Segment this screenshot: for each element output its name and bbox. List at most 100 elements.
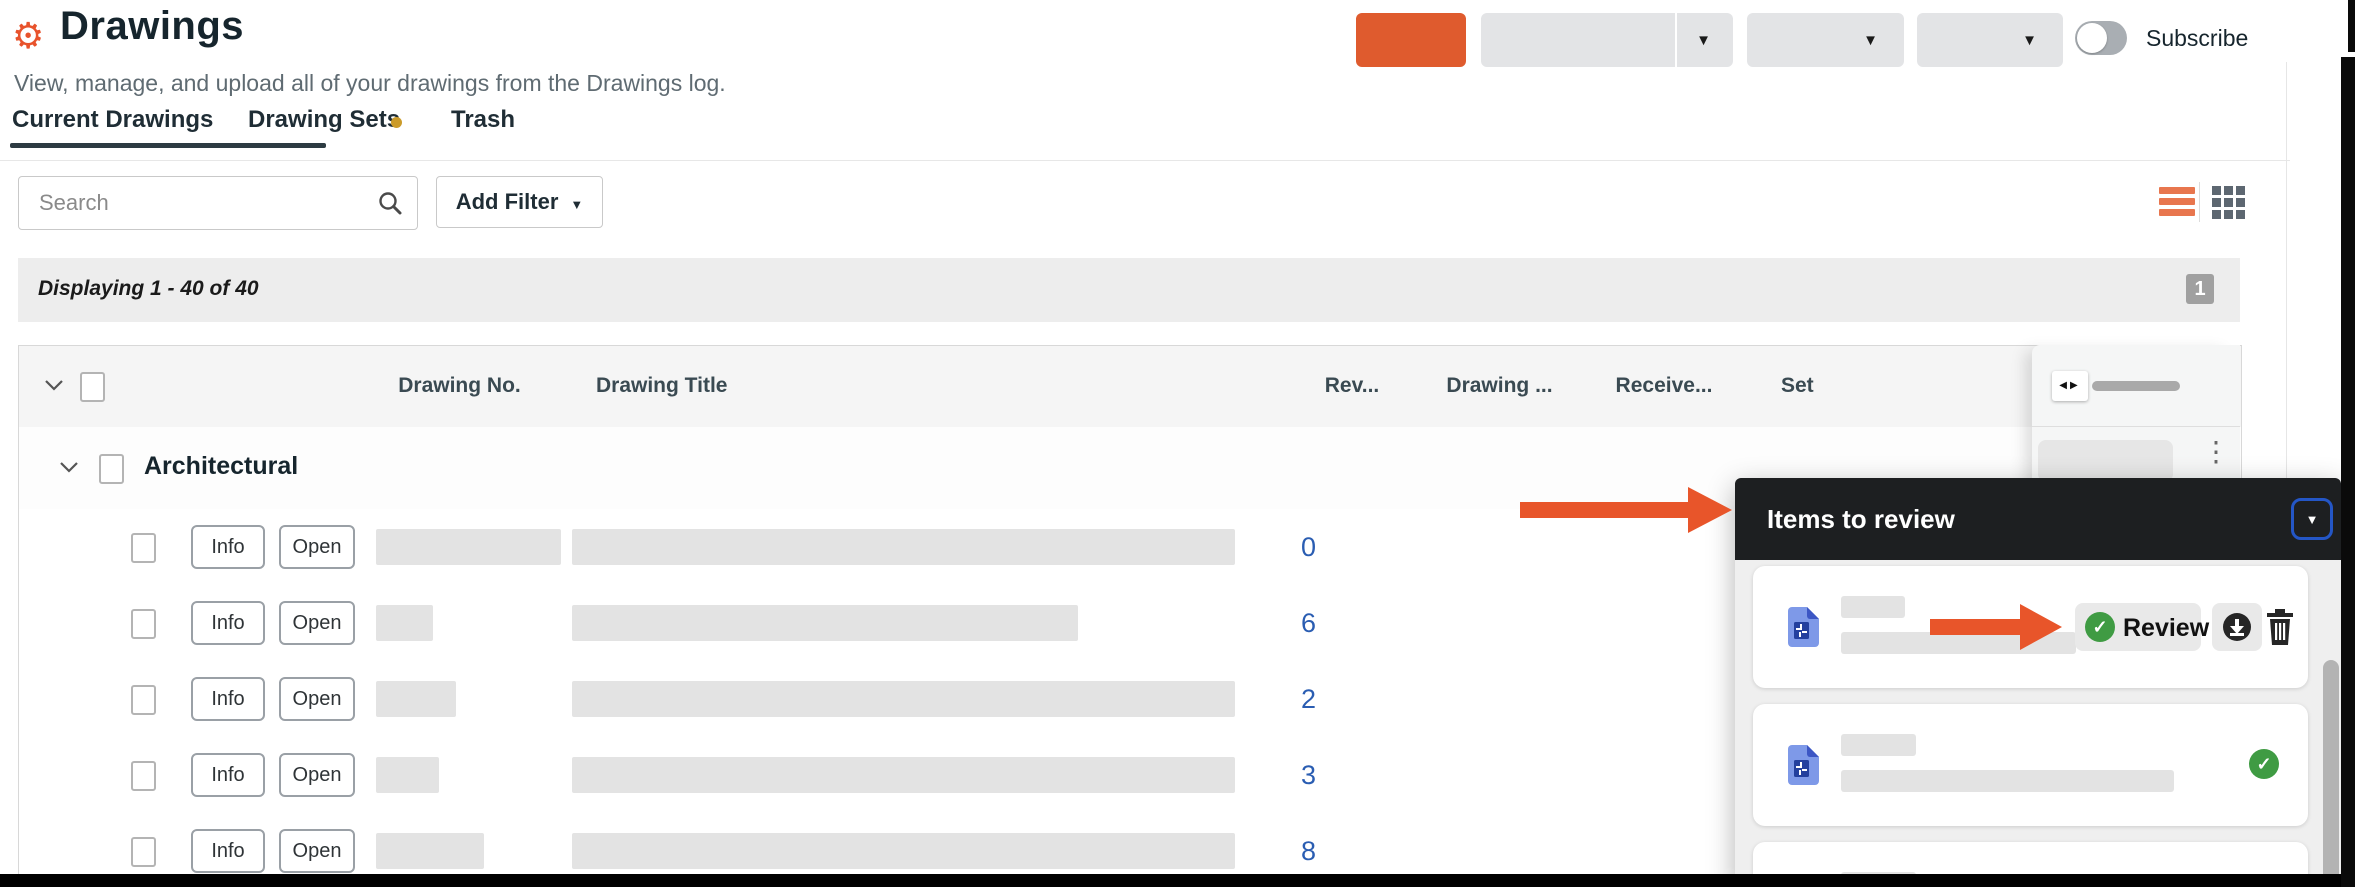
- revision-link[interactable]: 6: [1301, 608, 1316, 639]
- panel-collapse-button[interactable]: ▼: [2291, 498, 2333, 540]
- column-resize-track: [2092, 381, 2180, 391]
- items-to-review-panel: Items to review ▼: [1735, 478, 2341, 887]
- open-button[interactable]: Open: [279, 753, 355, 797]
- header-dropdown-3[interactable]: ▼: [1917, 13, 2063, 67]
- revision-link[interactable]: 0: [1301, 532, 1316, 563]
- drawing-title-placeholder: [572, 605, 1078, 641]
- column-header-drawing-date[interactable]: Drawing ...: [1418, 374, 1581, 398]
- drawing-no-placeholder: [376, 681, 456, 717]
- trash-icon[interactable]: [2265, 609, 2295, 645]
- info-button[interactable]: Info: [191, 829, 265, 873]
- drawings-page: ⚙ Drawings View, manage, and upload all …: [0, 0, 2355, 887]
- kebab-menu-icon[interactable]: ⋮: [2202, 437, 2230, 468]
- revision-link[interactable]: 2: [1301, 684, 1316, 715]
- row-checkbox[interactable]: [131, 609, 156, 639]
- drawing-file-icon: [1787, 607, 1819, 652]
- header-dropdown-2[interactable]: ▼: [1747, 13, 1904, 67]
- table-header-row: Drawing No. Drawing Title Rev... Drawing…: [19, 346, 2241, 428]
- download-button[interactable]: [2212, 603, 2262, 651]
- tab-notification-dot: [391, 117, 402, 128]
- column-header-drawing-no[interactable]: Drawing No.: [361, 374, 558, 398]
- chevron-down-icon: ▼: [2022, 32, 2037, 49]
- window-edge-top: [2348, 0, 2355, 52]
- view-toggle-divider: [2199, 182, 2200, 222]
- select-all-checkbox[interactable]: [80, 372, 105, 402]
- drawing-title-placeholder: [572, 529, 1235, 565]
- results-bar: Displaying 1 - 40 of 40 1: [18, 258, 2240, 322]
- grid-view-icon[interactable]: [2212, 186, 2245, 219]
- info-button[interactable]: Info: [191, 601, 265, 645]
- results-count: Displaying 1 - 40 of 40: [38, 277, 259, 301]
- row-checkbox[interactable]: [131, 761, 156, 791]
- review-card: ✓ Review: [1753, 566, 2308, 688]
- chevron-down-icon: ▼: [2306, 512, 2319, 527]
- check-circle-icon: ✓: [2085, 612, 2115, 642]
- open-button[interactable]: Open: [279, 525, 355, 569]
- item-detail-placeholder: [1841, 632, 2076, 654]
- page-subtitle: View, manage, and upload all of your dra…: [14, 70, 726, 97]
- active-tab-underline: [10, 143, 326, 148]
- chevron-down-icon[interactable]: [44, 378, 64, 396]
- review-card: ✓: [1753, 704, 2308, 826]
- header-dropdown-1[interactable]: ▼: [1481, 13, 1733, 67]
- open-button[interactable]: Open: [279, 601, 355, 645]
- tabs-divider: [0, 160, 2290, 161]
- chevron-down-icon[interactable]: [59, 460, 79, 478]
- panel-header: Items to review ▼: [1735, 478, 2341, 560]
- info-button[interactable]: Info: [191, 525, 265, 569]
- chevron-down-icon: ▼: [1696, 32, 1711, 49]
- frozen-column-header: ◀▶: [2032, 345, 2240, 427]
- drawing-no-placeholder: [376, 529, 561, 565]
- search-box: [18, 176, 418, 230]
- drawing-no-placeholder: [376, 833, 484, 869]
- group-label: Architectural: [144, 452, 298, 481]
- drawing-title-placeholder: [572, 833, 1235, 869]
- info-button[interactable]: Info: [191, 753, 265, 797]
- row-checkbox[interactable]: [131, 533, 156, 563]
- add-filter-button[interactable]: Add Filter ▼: [436, 176, 603, 228]
- page-title: Drawings: [60, 4, 244, 49]
- panel-scrollbar[interactable]: [2323, 660, 2339, 887]
- drawing-title-placeholder: [572, 757, 1235, 793]
- drawing-title-placeholder: [572, 681, 1235, 717]
- tab-current-drawings[interactable]: Current Drawings: [12, 106, 213, 134]
- check-circle-icon: ✓: [2249, 749, 2279, 779]
- open-button[interactable]: Open: [279, 677, 355, 721]
- page-number-badge[interactable]: 1: [2186, 274, 2214, 304]
- panel-title: Items to review: [1767, 504, 1955, 535]
- subscribe-toggle[interactable]: [2075, 21, 2127, 55]
- drawing-no-placeholder: [376, 605, 433, 641]
- window-edge-bottom: [0, 874, 2355, 887]
- search-icon[interactable]: [377, 190, 403, 221]
- drawing-file-icon: [1787, 745, 1819, 790]
- list-view-icon[interactable]: [2159, 187, 2195, 217]
- revision-link[interactable]: 3: [1301, 760, 1316, 791]
- row-checkbox[interactable]: [131, 685, 156, 715]
- revision-link[interactable]: 8: [1301, 836, 1316, 867]
- tab-trash[interactable]: Trash: [451, 106, 515, 134]
- open-button[interactable]: Open: [279, 829, 355, 873]
- gear-icon[interactable]: ⚙: [12, 18, 44, 54]
- primary-action-button[interactable]: [1356, 13, 1466, 67]
- add-filter-label: Add Filter: [456, 189, 559, 214]
- group-checkbox[interactable]: [99, 454, 124, 484]
- panel-body: ✓ Review: [1735, 560, 2341, 887]
- subscribe-label: Subscribe: [2146, 25, 2248, 52]
- info-button[interactable]: Info: [191, 677, 265, 721]
- column-header-received[interactable]: Receive...: [1581, 374, 1747, 398]
- item-name-placeholder: [1841, 734, 1916, 756]
- dropdown-divider: [1675, 13, 1677, 67]
- chevron-down-icon: ▼: [1863, 32, 1878, 49]
- search-input[interactable]: [37, 177, 371, 229]
- chevron-down-icon: ▼: [570, 197, 583, 212]
- toggle-knob: [2077, 23, 2107, 53]
- row-checkbox[interactable]: [131, 837, 156, 867]
- item-name-placeholder: [1841, 596, 1905, 618]
- column-header-drawing-title[interactable]: Drawing Title: [596, 374, 727, 398]
- window-scrollbar-edge[interactable]: [2341, 57, 2355, 887]
- column-resize-icon[interactable]: ◀▶: [2052, 371, 2088, 401]
- review-button[interactable]: ✓ Review: [2075, 603, 2201, 651]
- column-header-rev[interactable]: Rev...: [1286, 374, 1418, 398]
- column-header-set[interactable]: Set: [1781, 374, 1814, 398]
- tab-drawing-sets[interactable]: Drawing Sets: [248, 106, 400, 134]
